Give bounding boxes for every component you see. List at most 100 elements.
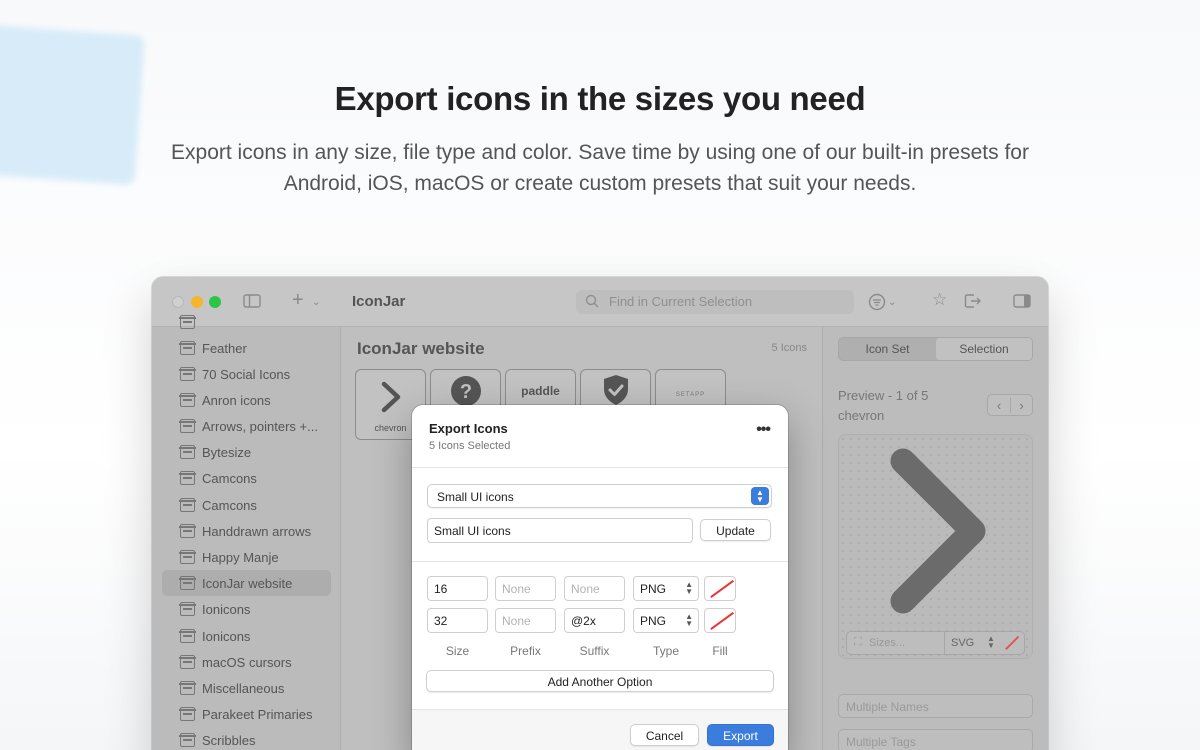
prefix-input-2[interactable]: None [495, 608, 556, 633]
preset-select-value: Small UI icons [437, 490, 514, 504]
sidebar-item-macos-cursors[interactable]: macOS cursors [162, 649, 331, 675]
chevron-right-preview-icon [890, 448, 986, 614]
archive-box-icon [179, 419, 196, 433]
column-label-prefix: Prefix [510, 644, 541, 658]
suffix-input-1[interactable]: None [564, 576, 625, 601]
sidebar-item-label: Feather [202, 341, 247, 356]
minimize-window-button[interactable] [191, 296, 203, 308]
archive-box-icon [179, 524, 196, 538]
collection-title: IconJar website [357, 339, 485, 358]
type-select-2[interactable]: PNG ▲ ▼ [633, 608, 699, 633]
share-icon[interactable] [964, 293, 982, 313]
sidebar-item-miscellaneous[interactable]: Miscellaneous [162, 675, 331, 701]
shield-check-icon [604, 375, 628, 405]
preview-title: Preview - 1 of 5 [838, 388, 929, 403]
sidebar-item-70-social-icons[interactable]: 70 Social Icons [162, 361, 331, 387]
sidebar-item-bytesize[interactable]: Bytesize [162, 439, 331, 465]
filter-chevron-down-icon[interactable]: ⌄ [888, 295, 896, 311]
icon-count: 5 Icons [771, 342, 807, 354]
search-icon [585, 294, 601, 311]
search-input[interactable]: Find in Current Selection [576, 290, 854, 314]
sidebar-item-label: Ionicons [202, 602, 251, 617]
tab-selection[interactable]: Selection [936, 338, 1032, 360]
archive-box-icon [179, 629, 196, 643]
more-options-icon[interactable]: ••• [756, 422, 771, 438]
sidebar-item-feather[interactable]: Feather [162, 335, 331, 361]
column-label-size: Size [445, 644, 470, 658]
names-field[interactable]: Multiple Names [838, 694, 1033, 718]
page-title: Export icons in the sizes you need [334, 80, 866, 117]
column-label-fill: Fill [712, 644, 728, 658]
type-select-value: PNG [640, 614, 667, 628]
sidebar-item-label: Camcons [202, 471, 257, 486]
inspector-toggle-icon[interactable] [1013, 294, 1031, 312]
sidebar-item-label: 70 Social Icons [202, 367, 291, 382]
archive-box-icon [179, 550, 196, 564]
archive-box-icon [179, 681, 196, 695]
export-button[interactable]: Export [707, 724, 774, 746]
fill-color-swatch-1[interactable] [704, 576, 736, 601]
sidebar-item-parakeet-primaries[interactable]: Parakeet Primaries [162, 701, 331, 727]
zoom-window-button[interactable] [209, 296, 221, 308]
update-button[interactable]: Update [700, 519, 771, 541]
size-input-1[interactable]: 16 [427, 576, 488, 601]
filter-icon[interactable] [868, 293, 886, 315]
sidebar-item-label: Ionicons [202, 629, 251, 644]
add-icon[interactable]: + [292, 290, 304, 310]
star-icon[interactable]: ☆ [932, 291, 947, 308]
next-icon[interactable]: › [1010, 398, 1032, 413]
sidebar-item-label: Arrows, pointers +... [202, 419, 318, 434]
suffix-input-2[interactable]: @2x [564, 608, 625, 633]
sidebar-item-handdrawn-arrows[interactable]: Handdrawn arrows [162, 518, 331, 544]
sidebar-item-arrows-pointers[interactable]: Arrows, pointers +... [162, 413, 331, 439]
tags-field[interactable]: Multiple Tags [838, 729, 1033, 750]
sidebar-item-ionicons[interactable]: Ionicons [162, 596, 331, 622]
archive-box-icon [179, 602, 196, 616]
preview-nav: ‹ › [987, 394, 1033, 416]
select-chevron-icon: ▲ ▼ [751, 487, 769, 505]
export-dialog: Export Icons 5 Icons Selected ••• Small … [412, 405, 788, 750]
prefix-input-1[interactable]: None [495, 576, 556, 601]
sizes-icon: ⛶ [854, 636, 862, 648]
size-input-2[interactable]: 32 [427, 608, 488, 633]
format-select[interactable]: SVG [951, 637, 974, 649]
sidebar-item-ionicons-2[interactable]: Ionicons [162, 623, 331, 649]
preview-canvas: ⛶ Sizes... SVG ▲ ▼ [838, 434, 1033, 659]
sidebar-item-iconjar-website[interactable]: IconJar website [162, 570, 331, 596]
sidebar-item-camcons-2[interactable]: Camcons [162, 492, 331, 518]
add-another-option-button[interactable]: Add Another Option [426, 670, 774, 692]
type-select-1[interactable]: PNG ▲ ▼ [633, 576, 699, 601]
archive-box-icon [179, 498, 196, 512]
select-chevron-icon: ▲ ▼ [685, 580, 693, 596]
setapp-logo: SETAPP [675, 392, 706, 398]
sizes-input[interactable]: Sizes... [869, 637, 905, 649]
sidebar-item-scribbles[interactable]: Scribbles [162, 727, 331, 750]
fill-color-swatch-2[interactable] [704, 608, 736, 633]
sidebar-item-partial[interactable] [162, 309, 331, 335]
sidebar-item-happy-manje[interactable]: Happy Manje [162, 544, 331, 570]
column-label-suffix: Suffix [579, 644, 610, 658]
paddle-logo: paddle [521, 384, 560, 398]
format-chevron-icon: ▲ ▼ [987, 634, 995, 650]
dialog-title: Export Icons [429, 421, 508, 436]
archive-box-icon [179, 315, 196, 329]
fill-none-icon[interactable] [1003, 636, 1019, 650]
sidebar-item-camcons[interactable]: Camcons [162, 465, 331, 491]
sidebar-item-label: Bytesize [202, 445, 252, 460]
sidebar-item-anron-icons[interactable]: Anron icons [162, 387, 331, 413]
previous-icon[interactable]: ‹ [988, 398, 1010, 413]
close-window-button[interactable] [172, 296, 184, 308]
archive-box-icon [179, 733, 196, 747]
inspector-pane: Icon Set Selection Preview - 1 of 5 chev… [822, 327, 1048, 750]
dialog-subtitle: 5 Icons Selected [429, 440, 511, 452]
search-placeholder: Find in Current Selection [609, 294, 753, 309]
inspector-tabs: Icon Set Selection [838, 337, 1033, 361]
sidebar-item-label: Scribbles [202, 733, 256, 748]
sidebar-item-label: Handdrawn arrows [202, 524, 312, 539]
cancel-button[interactable]: Cancel [630, 724, 699, 746]
svg-text:?: ? [460, 381, 472, 403]
preset-name-input[interactable]: Small UI icons [427, 518, 693, 543]
tab-icon-set[interactable]: Icon Set [839, 338, 936, 360]
preset-select[interactable]: Small UI icons ▲ ▼ [427, 484, 772, 508]
sidebar-item-label: IconJar website [202, 576, 293, 591]
